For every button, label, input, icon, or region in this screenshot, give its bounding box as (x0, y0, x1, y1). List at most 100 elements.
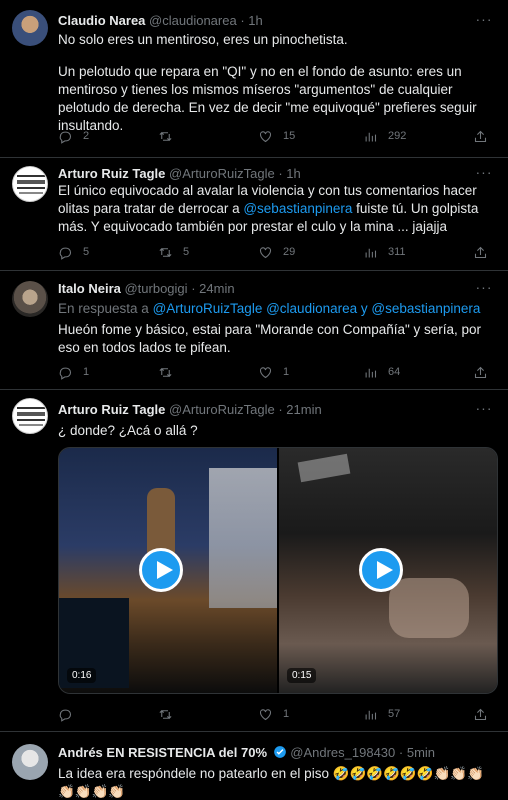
play-icon[interactable] (359, 548, 403, 592)
author-handle[interactable]: @Andres_198430 (290, 745, 395, 760)
tweet-header: Claudio Narea @claudionarea · 1h (58, 13, 468, 28)
avatar[interactable] (12, 166, 48, 202)
like-count: 1 (283, 366, 290, 378)
video-2[interactable]: 0:15 (279, 448, 497, 693)
tweet-header: Arturo Ruiz Tagle @ArturoRuizTagle · 21m… (58, 402, 468, 417)
views-button[interactable]: 311 (363, 244, 406, 260)
tweet-paragraph: Un pelotudo que repara en "QI" y no en e… (58, 64, 477, 133)
reply-label: En respuesta a (58, 301, 149, 316)
share-button[interactable] (473, 128, 488, 144)
views-button[interactable]: 292 (363, 128, 406, 144)
more-options-icon[interactable]: ··· (474, 280, 494, 296)
avatar[interactable] (12, 10, 48, 46)
reply-button[interactable]: 5 (58, 244, 89, 260)
avatar[interactable] (12, 744, 48, 780)
video-duration: 0:16 (67, 668, 97, 683)
media-grid: 0:16 0:15 (58, 447, 498, 694)
views-count: 292 (388, 130, 407, 142)
reply-button[interactable] (58, 706, 83, 722)
retweet-icon (159, 709, 172, 719)
reply-context: En respuesta a @ArturoRuizTagle @claudio… (58, 300, 492, 318)
tweet-actions: 2 15 292 (58, 128, 498, 144)
retweet-icon (159, 367, 172, 377)
mention-link[interactable]: @claudionarea (266, 301, 357, 316)
views-icon (365, 132, 377, 141)
more-options-icon[interactable]: ··· (474, 401, 494, 417)
like-icon (259, 708, 272, 720)
share-button[interactable] (473, 706, 488, 722)
reply-count: 5 (83, 246, 90, 258)
reply-icon (59, 131, 72, 144)
video-1[interactable]: 0:16 (59, 448, 277, 693)
mention-link[interactable]: @sebastianpinera (243, 201, 352, 216)
views-count: 57 (388, 708, 401, 720)
author-name[interactable]: Arturo Ruiz Tagle (58, 166, 165, 181)
author-handle[interactable]: @ArturoRuizTagle (169, 402, 275, 417)
play-icon[interactable] (139, 548, 183, 592)
like-count: 1 (283, 708, 290, 720)
share-button[interactable] (473, 364, 488, 380)
tweet-actions: 1 1 64 (58, 364, 498, 380)
reply-icon (59, 709, 72, 722)
video-duration: 0:15 (287, 668, 317, 683)
reply-icon (59, 367, 72, 380)
more-options-icon[interactable]: ··· (474, 165, 494, 181)
tweet-actions: 5 5 29 311 (58, 244, 498, 260)
tweet-andres[interactable]: Andrés EN RESISTENCIA del 70% @Andres_19… (0, 732, 508, 800)
like-button[interactable]: 29 (258, 244, 295, 260)
views-button[interactable]: 57 (363, 706, 400, 722)
retweet-button[interactable] (158, 706, 183, 722)
views-count: 64 (388, 366, 401, 378)
retweet-icon (159, 247, 172, 257)
like-icon (259, 130, 272, 142)
share-icon (474, 130, 487, 142)
reply-icon (59, 247, 72, 260)
share-button[interactable] (473, 244, 488, 260)
tweet-claudio[interactable]: Claudio Narea @claudionarea · 1h ··· No … (0, 0, 508, 158)
share-icon (474, 366, 487, 378)
like-button[interactable]: 1 (258, 364, 289, 380)
retweet-button[interactable] (158, 128, 183, 144)
views-icon (365, 248, 377, 257)
views-count: 311 (388, 246, 406, 258)
author-name[interactable]: Arturo Ruiz Tagle (58, 402, 165, 417)
retweet-icon (159, 131, 172, 141)
tweet-actions: 1 57 (58, 706, 498, 722)
timestamp[interactable]: 1h (286, 166, 300, 181)
timestamp[interactable]: 5min (407, 745, 435, 760)
share-icon (474, 246, 487, 258)
retweet-count: 5 (183, 246, 190, 258)
tweet-italo[interactable]: Italo Neira @turbogigi · 24min ··· En re… (0, 271, 508, 390)
retweet-button[interactable] (158, 364, 183, 380)
author-name[interactable]: Italo Neira (58, 281, 121, 296)
timestamp[interactable]: 1h (248, 13, 262, 28)
author-handle[interactable]: @claudionarea (149, 13, 237, 28)
author-handle[interactable]: @turbogigi (124, 281, 187, 296)
author-handle[interactable]: @ArturoRuizTagle (169, 166, 275, 181)
more-options-icon[interactable]: ··· (474, 12, 494, 28)
reply-button[interactable]: 1 (58, 364, 89, 380)
mention-link[interactable]: @ArturoRuizTagle (153, 301, 263, 316)
avatar[interactable] (12, 398, 48, 434)
tweet-text: El único equivocado al avalar la violenc… (58, 182, 492, 236)
avatar[interactable] (12, 281, 48, 317)
tweet-header: Italo Neira @turbogigi · 24min (58, 281, 468, 296)
reply-button[interactable]: 2 (58, 128, 89, 144)
tweet-arturo-1[interactable]: Arturo Ruiz Tagle @ArturoRuizTagle · 1h … (0, 158, 508, 271)
separator: · (278, 166, 283, 181)
separator: · (240, 13, 245, 28)
tweet-header: Arturo Ruiz Tagle @ArturoRuizTagle · 1h (58, 166, 468, 181)
timestamp[interactable]: 21min (286, 402, 321, 417)
like-icon (259, 246, 272, 258)
like-button[interactable]: 15 (258, 128, 295, 144)
reply-count: 1 (83, 366, 90, 378)
tweet-text: No solo eres un mentiroso, eres un pinoc… (58, 31, 492, 135)
author-name[interactable]: Andrés EN RESISTENCIA del 70% (58, 745, 267, 760)
retweet-button[interactable]: 5 (158, 244, 189, 260)
author-name[interactable]: Claudio Narea (58, 13, 145, 28)
timestamp[interactable]: 24min (199, 281, 234, 296)
tweet-text: La idea era respóndele no patearlo en el… (58, 766, 484, 799)
like-button[interactable]: 1 (258, 706, 289, 722)
mention-link[interactable]: @sebastianpinera (371, 301, 480, 316)
views-button[interactable]: 64 (363, 364, 400, 380)
